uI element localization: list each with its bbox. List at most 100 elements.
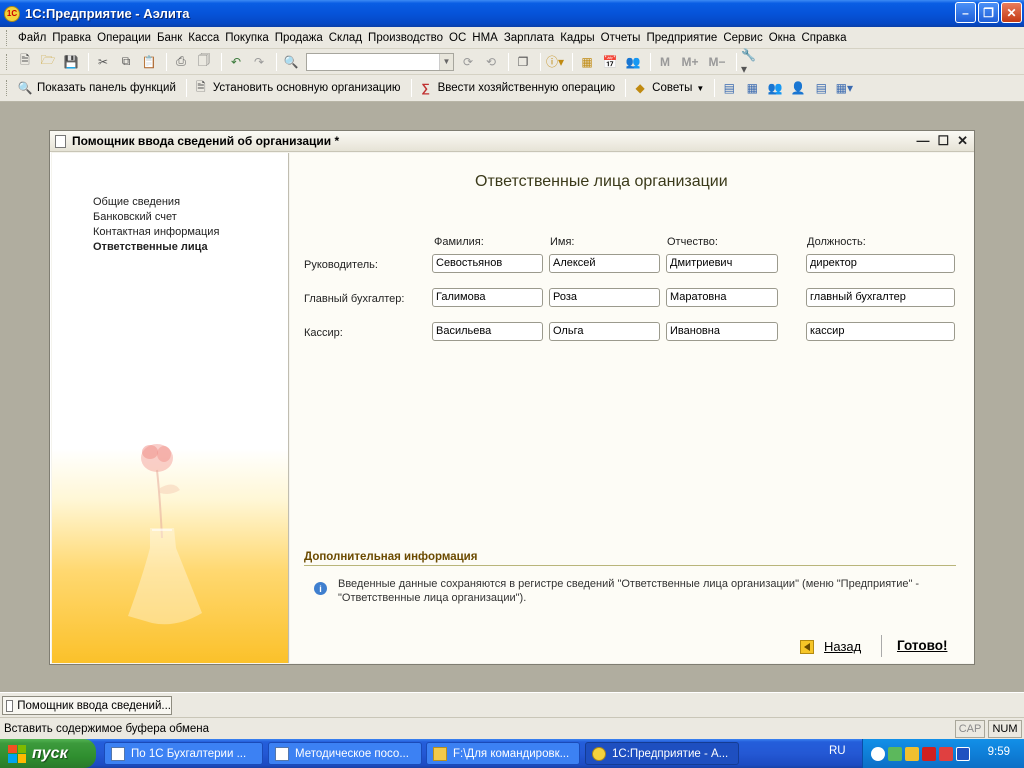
accountant-position-field[interactable]: главный бухгалтер: [806, 288, 955, 307]
find-prev-icon[interactable]: ⟲: [481, 52, 501, 72]
more-dropdown-icon[interactable]: ▦▾: [834, 78, 854, 98]
menu-hr[interactable]: Кадры: [557, 32, 597, 44]
memory-plus-icon[interactable]: M+: [678, 52, 702, 72]
print-preview-icon[interactable]: 🗍: [194, 52, 214, 72]
menu-fixed-assets[interactable]: ОС: [446, 32, 469, 44]
dialog-maximize-button[interactable]: ☐: [937, 133, 949, 149]
word-document-icon: [275, 746, 289, 761]
memory-minus-icon[interactable]: M−: [705, 52, 729, 72]
toolbar-grip[interactable]: [6, 53, 9, 70]
director-first-name-field[interactable]: Алексей: [549, 254, 660, 273]
search-icon[interactable]: 🔍: [281, 52, 301, 72]
journal-icon[interactable]: ▤: [811, 78, 831, 98]
task-button-method-guide[interactable]: Методическое посо...: [268, 742, 422, 765]
show-panel-button[interactable]: 🔍 Показать панель функций: [15, 78, 176, 98]
cashier-patronymic-field[interactable]: Ивановна: [666, 322, 778, 341]
org-tree-icon[interactable]: ▦: [742, 78, 762, 98]
menu-cash[interactable]: Касса: [185, 32, 222, 44]
app-tray-icon[interactable]: [956, 746, 970, 761]
accountant-first-name-field[interactable]: Роза: [549, 288, 660, 307]
status-text: Вставить содержимое буфера обмена: [4, 722, 210, 735]
director-position-field[interactable]: директор: [806, 254, 955, 273]
calculator-icon[interactable]: ▦: [577, 52, 597, 72]
done-button[interactable]: Готово!: [897, 638, 947, 653]
tips-button[interactable]: ◆ Советы ▼: [630, 78, 705, 98]
antivirus-icon[interactable]: [922, 746, 936, 761]
redo-icon[interactable]: ↷: [249, 52, 269, 72]
find-next-icon[interactable]: ⟳: [458, 52, 478, 72]
menu-operations[interactable]: Операции: [94, 32, 154, 44]
menu-edit[interactable]: Правка: [49, 32, 94, 44]
menu-purchase[interactable]: Покупка: [222, 32, 271, 44]
task-button-folder[interactable]: F:\Для командировк...: [426, 742, 580, 765]
windows-icon[interactable]: ❐: [513, 52, 533, 72]
maximize-button[interactable]: ❐: [978, 2, 999, 23]
toolbar-grip[interactable]: [6, 29, 9, 46]
new-doc-icon[interactable]: 🗎: [15, 52, 35, 72]
menu-help[interactable]: Справка: [798, 32, 849, 44]
director-last-name-field[interactable]: Севостьянов: [432, 254, 543, 273]
search-input[interactable]: ▼: [306, 52, 454, 71]
print-icon[interactable]: ⎙: [171, 52, 191, 72]
chevron-down-icon[interactable]: ▼: [696, 84, 704, 93]
paste-icon[interactable]: 📋: [139, 52, 159, 72]
cashier-position-field[interactable]: кассир: [806, 322, 955, 341]
dialog-minimize-button[interactable]: —: [916, 133, 929, 149]
back-button[interactable]: Назад: [800, 639, 861, 654]
task-button-1c-enterprise[interactable]: 1С:Предприятие - А...: [585, 742, 739, 765]
cashier-last-name-field[interactable]: Васильева: [432, 322, 543, 341]
minimize-button[interactable]: –: [955, 2, 976, 23]
info-dropdown-icon[interactable]: ⓘ▾: [545, 52, 565, 72]
menu-service[interactable]: Сервис: [720, 32, 765, 44]
step-bank-account[interactable]: Банковский счет: [93, 210, 219, 225]
menu-intangibles[interactable]: НМА: [469, 32, 501, 44]
menu-reports[interactable]: Отчеты: [598, 32, 644, 44]
step-responsible-persons[interactable]: Ответственные лица: [93, 240, 219, 255]
step-general[interactable]: Общие сведения: [93, 195, 219, 210]
menu-sales[interactable]: Продажа: [272, 32, 326, 44]
menu-file[interactable]: Файл: [15, 32, 49, 44]
accountant-last-name-field[interactable]: Галимова: [432, 288, 543, 307]
contacts-icon[interactable]: 👥: [765, 78, 785, 98]
employees-icon[interactable]: 👤: [788, 78, 808, 98]
menu-bank[interactable]: Банк: [154, 32, 185, 44]
app-title-bar[interactable]: 1С 1С:Предприятие - Аэлита – ❐ ✕: [0, 0, 1024, 27]
step-contacts[interactable]: Контактная информация: [93, 225, 219, 240]
dialog-title-bar[interactable]: Помощник ввода сведений об организации *…: [50, 131, 974, 152]
chevron-down-icon[interactable]: ▼: [439, 53, 453, 70]
shield-icon[interactable]: [905, 746, 919, 761]
menu-windows[interactable]: Окна: [766, 32, 799, 44]
show-panel-label: Показать панель функций: [37, 82, 176, 94]
windows-taskbar: пуск По 1С Бухгалтерии ... Методическое …: [0, 739, 1024, 768]
memory-m-icon[interactable]: M: [655, 52, 675, 72]
menu-warehouse[interactable]: Склад: [326, 32, 365, 44]
users-icon[interactable]: 👥: [623, 52, 643, 72]
undo-icon[interactable]: ↶: [226, 52, 246, 72]
cashier-first-name-field[interactable]: Ольга: [549, 322, 660, 341]
director-patronymic-field[interactable]: Дмитриевич: [666, 254, 778, 273]
menu-salary[interactable]: Зарплата: [501, 32, 557, 44]
language-indicator[interactable]: RU: [829, 745, 846, 757]
calendar-icon[interactable]: 📅: [600, 52, 620, 72]
open-folder-icon[interactable]: 🗁: [38, 52, 58, 72]
menu-production[interactable]: Производство: [365, 32, 446, 44]
back-arrow-icon[interactable]: [871, 746, 885, 761]
assistant-dialog: Помощник ввода сведений об организации *…: [49, 130, 975, 665]
toolbar-grip[interactable]: [6, 80, 9, 96]
copy-icon[interactable]: ⧉: [116, 52, 136, 72]
window-tab-assistant[interactable]: Помощник ввода сведений...: [2, 696, 172, 715]
start-button[interactable]: пуск: [0, 739, 96, 768]
set-main-org-button[interactable]: 🗎 Установить основную организацию: [191, 78, 401, 98]
close-button[interactable]: ✕: [1001, 2, 1022, 23]
accountant-patronymic-field[interactable]: Маратовна: [666, 288, 778, 307]
enter-operation-button[interactable]: ∑ Ввести хозяйственную операцию: [416, 78, 615, 98]
dialog-close-button[interactable]: ✕: [957, 133, 968, 149]
task-button-1c-accounting[interactable]: По 1С Бухгалтерии ...: [104, 742, 263, 765]
network-icon[interactable]: [888, 746, 902, 761]
org-list-icon[interactable]: ▤: [719, 78, 739, 98]
security-icon[interactable]: [939, 746, 953, 761]
tools-dropdown-icon[interactable]: 🔧▾: [741, 48, 761, 76]
save-icon[interactable]: 💾: [61, 52, 81, 72]
menu-enterprise[interactable]: Предприятие: [643, 32, 720, 44]
cut-icon[interactable]: ✂: [93, 52, 113, 72]
